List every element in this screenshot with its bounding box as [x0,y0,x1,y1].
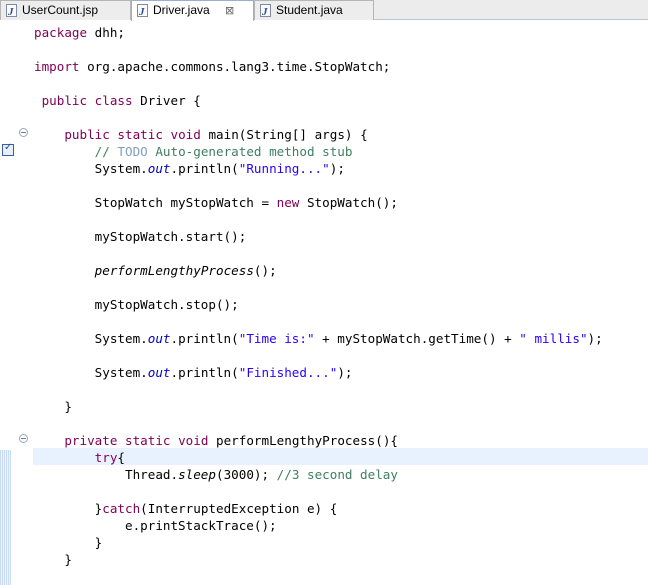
task-marker-icon[interactable] [2,142,14,156]
code-line: // TODO Auto-generated method stub [34,144,353,159]
tab-label: Student.java [276,3,343,17]
tab-label: Driver.java [153,3,210,17]
code-line: import org.apache.commons.lang3.time.Sto… [34,59,391,74]
code-line: System.out.println("Finished..."); [34,365,353,380]
code-line: } [34,399,72,414]
code-line: }catch(InterruptedException e) { [34,501,338,516]
code-line: myStopWatch.stop(); [34,297,239,312]
code-line: } [34,535,103,550]
close-tab-icon[interactable]: ⊠ [225,1,234,20]
code-line: private static void performLengthyProces… [34,433,398,448]
code-line: } [34,552,72,567]
editor-gutter [0,20,16,585]
code-line: public static void main(String[] args) { [34,127,368,142]
code-line: myStopWatch.start(); [34,229,247,244]
fold-toggle-icon[interactable] [19,434,28,443]
code-line: System.out.println("Running..."); [34,161,345,176]
code-line: Thread.sleep(3000); //3 second delay [34,467,398,482]
code-line: StopWatch myStopWatch = new StopWatch(); [34,195,398,210]
tab-usercount-jsp[interactable]: J UserCount.jsp [0,0,131,20]
fold-toggle-icon[interactable] [19,128,28,137]
code-line: performLengthyProcess(); [94,263,277,278]
code-line: e.printStackTrace(); [34,518,277,533]
tab-label: UserCount.jsp [22,3,99,17]
java-file-icon: J [137,4,148,18]
tab-driver-java[interactable]: J Driver.java ⊠ [131,0,254,21]
code-line: package dhh; [34,25,125,40]
jsp-file-icon: J [6,4,17,18]
code-line: public class Driver { [34,93,201,108]
current-line-highlight [33,448,648,465]
java-file-icon: J [260,4,271,18]
code-line: System.out.println("Time is:" + myStopWa… [34,331,603,346]
tab-student-java[interactable]: J Student.java [254,0,374,20]
code-line: try{ [94,450,126,465]
editor-tab-bar: J UserCount.jsp J Driver.java ⊠ J Studen… [0,0,648,21]
